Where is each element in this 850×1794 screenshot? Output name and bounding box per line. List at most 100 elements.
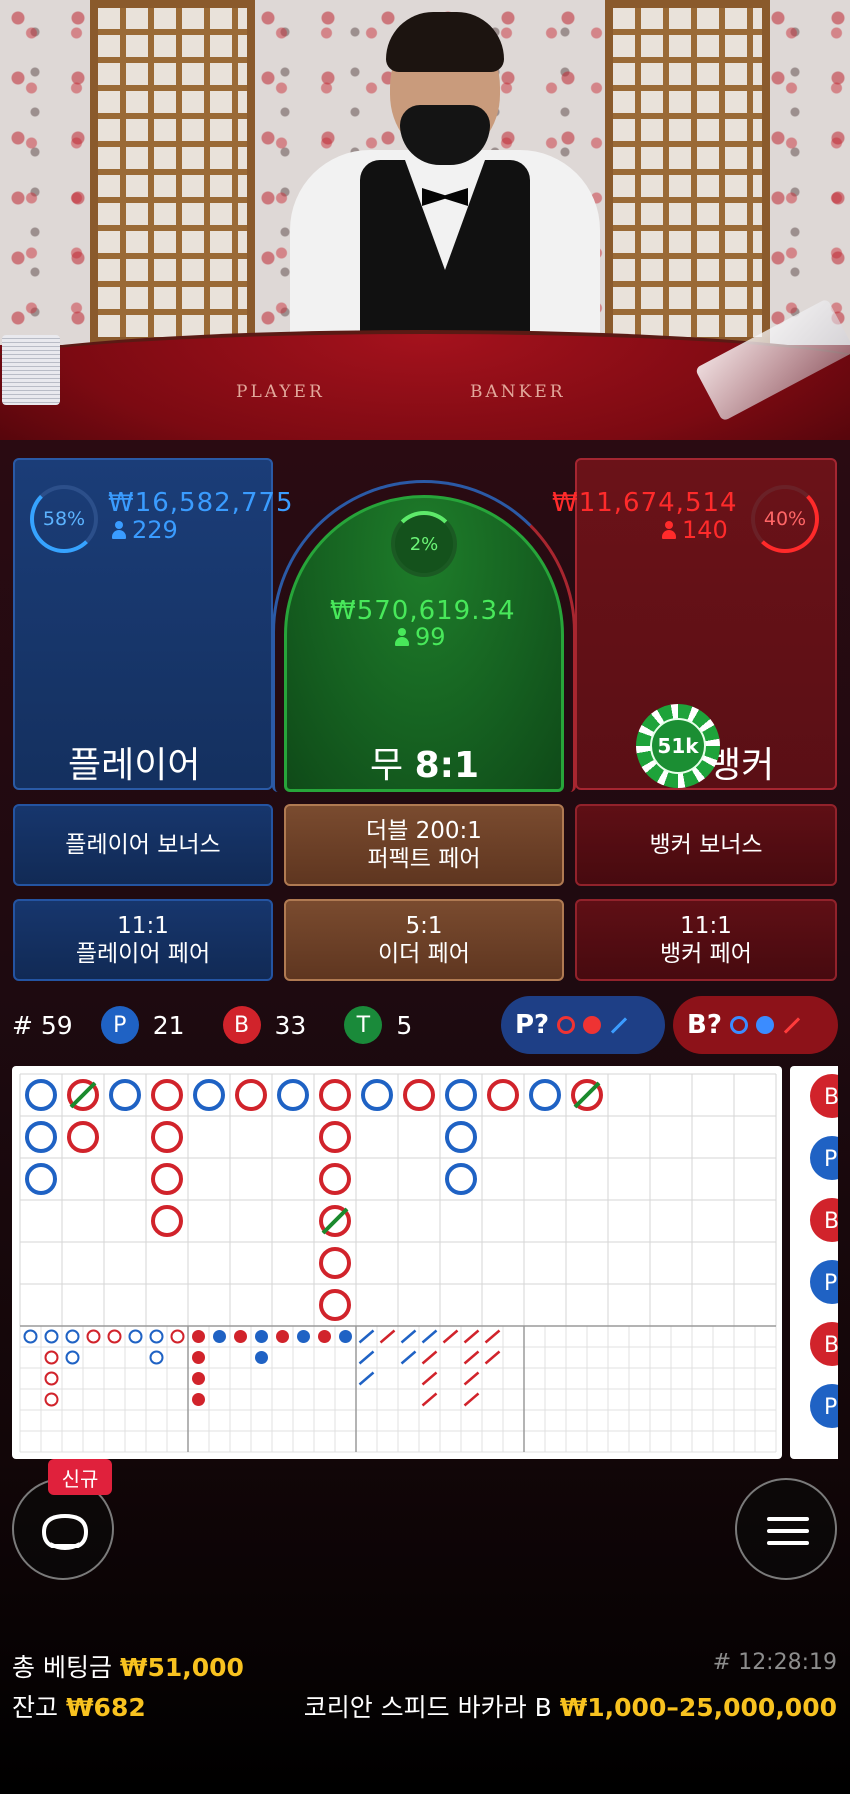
- tie-count-badge: T: [344, 1006, 383, 1044]
- banker-pair-button[interactable]: 11:1 뱅커 페어: [575, 899, 837, 981]
- big-eye-marker: [149, 1329, 164, 1344]
- lattice-panel-left: [90, 0, 255, 345]
- big-eye-marker: [44, 1371, 59, 1386]
- tie-bettor-count: 99: [395, 623, 446, 651]
- banker-bonus-button[interactable]: 뱅커 보너스: [575, 804, 837, 886]
- either-pair-button[interactable]: 5:1 이더 페어: [284, 899, 564, 981]
- small-road-marker: [192, 1393, 205, 1406]
- big-eye-marker: [65, 1329, 80, 1344]
- balance-label: 잔고: [12, 1693, 59, 1722]
- total-bet-value: ₩51,000: [119, 1653, 244, 1682]
- player-win-count: 21: [152, 1010, 185, 1040]
- felt-banker-text: BANKER: [470, 382, 566, 402]
- road-marker-b: [235, 1079, 267, 1111]
- big-eye-marker: [128, 1329, 143, 1344]
- player-pair-button[interactable]: 11:1 플레이어 페어: [13, 899, 273, 981]
- big-eye-marker: [23, 1329, 38, 1344]
- road-grid: [19, 1073, 777, 1453]
- cockroach-marker: [358, 1350, 375, 1365]
- round-time: # 12:28:19: [712, 1650, 837, 1675]
- small-road-marker: [318, 1330, 331, 1343]
- bead-road: B P B P B P: [810, 1074, 838, 1428]
- road-marker-p: [277, 1079, 309, 1111]
- road-marker-b: [319, 1121, 351, 1153]
- shoe-stats: # 59 P 21 B 33 T 5: [12, 1001, 412, 1049]
- small-road-marker: [213, 1330, 226, 1343]
- road-marker-b: [319, 1079, 351, 1111]
- road-marker-b: [151, 1205, 183, 1237]
- small-road-marker: [255, 1351, 268, 1364]
- balance-value: ₩682: [65, 1693, 146, 1722]
- player-label: 플레이어: [68, 745, 201, 786]
- player-pair-label: 플레이어 페어: [75, 941, 211, 967]
- big-eye-marker: [170, 1329, 185, 1344]
- player-predict-label: P?: [515, 1010, 550, 1040]
- tie-label: 무 8:1: [370, 745, 480, 786]
- banker-bonus-label: 뱅커 보너스: [649, 832, 763, 858]
- live-video-feed: PLAYER BANKER: [0, 0, 850, 450]
- bead-letter: P: [824, 1395, 837, 1420]
- predict-cockroach-marker: [611, 1016, 628, 1034]
- menu-button[interactable]: [735, 1478, 837, 1580]
- bead-letter: P: [824, 1271, 837, 1296]
- card-stack: [2, 335, 60, 405]
- big-eye-marker: [44, 1350, 59, 1365]
- small-road-marker: [276, 1330, 289, 1343]
- cockroach-marker: [421, 1329, 438, 1344]
- road-marker-p: [529, 1079, 561, 1111]
- road-marker-b: [151, 1163, 183, 1195]
- big-eye-marker: [44, 1329, 59, 1344]
- bead-road-strip[interactable]: B P B P B P: [790, 1066, 838, 1459]
- road-marker-b: [67, 1121, 99, 1153]
- road-marker-b: [151, 1121, 183, 1153]
- player-bonus-button[interactable]: 플레이어 보너스: [13, 804, 273, 886]
- perfect-pair-odds: 더블 200:1: [366, 818, 482, 844]
- bead-letter: B: [824, 1209, 838, 1234]
- road-marker-b: [403, 1079, 435, 1111]
- player-total-amount: ₩16,582,775: [108, 488, 294, 518]
- predict-small-road-marker: [755, 1016, 774, 1034]
- placed-chip[interactable]: 51k: [636, 704, 720, 788]
- either-pair-odds: 5:1: [405, 913, 443, 939]
- cockroach-marker: [379, 1329, 396, 1344]
- road-marker-p: [445, 1079, 477, 1111]
- road-marker-p: [445, 1163, 477, 1195]
- cockroach-marker: [421, 1350, 438, 1365]
- perfect-pair-button[interactable]: 더블 200:1 퍼펙트 페어: [284, 804, 564, 886]
- tie-total-amount: ₩570,619.34: [330, 596, 516, 626]
- cockroach-marker: [463, 1350, 480, 1365]
- backdrop-screen-left: [0, 0, 100, 345]
- total-bet-label: 총 베팅금: [12, 1653, 112, 1682]
- chip-value: 51k: [650, 718, 706, 774]
- bead-letter: B: [824, 1085, 838, 1110]
- table-info: 코리안 스피드 바카라 B ₩1,000–25,000,000: [304, 1688, 837, 1724]
- cockroach-marker: [484, 1350, 501, 1365]
- big-eye-marker: [86, 1329, 101, 1344]
- tie-percent-ring: 2%: [391, 511, 457, 577]
- banker-pair-label: 뱅커 페어: [660, 941, 752, 967]
- person-icon: [112, 521, 126, 539]
- cockroach-marker: [421, 1392, 438, 1407]
- tie-slash: [321, 1207, 349, 1235]
- small-road-marker: [339, 1330, 352, 1343]
- bet-limits: ₩1,000–25,000,000: [559, 1693, 837, 1722]
- banker-predict-button[interactable]: B?: [673, 996, 838, 1054]
- cockroach-marker: [463, 1392, 480, 1407]
- predict-cockroach-marker: [783, 1016, 801, 1034]
- tie-odds: 8:1: [414, 745, 480, 786]
- balance: 잔고 ₩682: [12, 1688, 146, 1724]
- tie-win-count: 5: [396, 1010, 413, 1040]
- round-number: 59: [40, 1010, 73, 1040]
- scoreboard[interactable]: [12, 1066, 782, 1459]
- bead-letter: P: [824, 1147, 837, 1172]
- hamburger-menu-icon: [767, 1517, 809, 1545]
- cockroach-marker: [442, 1329, 459, 1344]
- total-bet: 총 베팅금 ₩51,000: [12, 1648, 244, 1684]
- predict-big-eye-marker: [729, 1016, 748, 1034]
- banker-percent-ring: 40%: [751, 485, 819, 553]
- predict-big-eye-marker: [557, 1016, 576, 1034]
- tie-percent: 2%: [409, 533, 439, 555]
- player-predict-button[interactable]: P?: [501, 996, 665, 1054]
- road-marker-p: [25, 1121, 57, 1153]
- player-percent: 58%: [42, 508, 86, 530]
